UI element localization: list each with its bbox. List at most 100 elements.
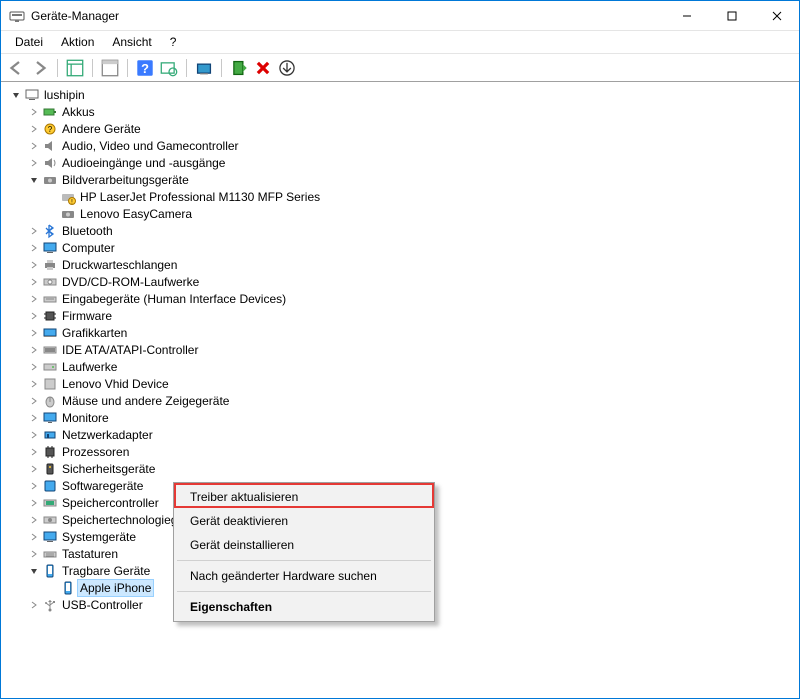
webcam-icon — [60, 206, 76, 222]
disable-device-button[interactable] — [278, 59, 296, 77]
chevron-right-icon[interactable] — [27, 496, 41, 510]
chevron-right-icon[interactable] — [27, 394, 41, 408]
context-uninstall-device[interactable]: Gerät deinstallieren — [176, 533, 432, 557]
tree-category-monitors[interactable]: Monitore — [7, 409, 793, 426]
svg-text:?: ? — [48, 125, 53, 134]
chevron-down-icon[interactable] — [9, 88, 23, 102]
chevron-right-icon[interactable] — [27, 360, 41, 374]
chevron-down-icon[interactable] — [27, 173, 41, 187]
chevron-right-icon[interactable] — [27, 428, 41, 442]
tree-category-audio-io[interactable]: Audioeingänge und -ausgänge — [7, 154, 793, 171]
scan-hardware-button[interactable] — [160, 59, 178, 77]
tree-label: Firmware — [62, 308, 112, 324]
enable-device-button[interactable] — [230, 59, 248, 77]
chevron-right-icon[interactable] — [27, 377, 41, 391]
tree-category-dvd[interactable]: DVD/CD-ROM-Laufwerke — [7, 273, 793, 290]
context-disable-device[interactable]: Gerät deaktivieren — [176, 509, 432, 533]
chevron-right-icon[interactable] — [27, 122, 41, 136]
maximize-button[interactable] — [709, 1, 754, 30]
chevron-right-icon[interactable] — [27, 411, 41, 425]
chevron-right-icon[interactable] — [27, 598, 41, 612]
tree-item-lenovo-cam[interactable]: Lenovo EasyCamera — [7, 205, 793, 222]
tree-category-audio-video[interactable]: Audio, Video und Gamecontroller — [7, 137, 793, 154]
tree-category-gpu[interactable]: Grafikkarten — [7, 324, 793, 341]
tree-item-hp-printer[interactable]: ! HP LaserJet Professional M1130 MFP Ser… — [7, 188, 793, 205]
tree-label: Computer — [62, 240, 115, 256]
chevron-right-icon[interactable] — [27, 292, 41, 306]
context-update-driver[interactable]: Treiber aktualisieren — [176, 485, 432, 509]
chevron-down-icon[interactable] — [27, 564, 41, 578]
tree-category-computer[interactable]: Computer — [7, 239, 793, 256]
update-driver-button[interactable] — [195, 59, 213, 77]
menu-help[interactable]: ? — [162, 33, 185, 51]
tree-label: Bildverarbeitungsgeräte — [62, 172, 189, 188]
close-button[interactable] — [754, 1, 799, 30]
uninstall-device-button[interactable] — [254, 59, 272, 77]
chevron-right-icon[interactable] — [27, 462, 41, 476]
menu-view[interactable]: Ansicht — [104, 33, 159, 51]
tree-label: Tastaturen — [62, 546, 118, 562]
tree-category-ide[interactable]: IDE ATA/ATAPI-Controller — [7, 341, 793, 358]
properties-button[interactable] — [101, 59, 119, 77]
menu-action[interactable]: Aktion — [53, 33, 102, 51]
tree-label: Druckwarteschlangen — [62, 257, 177, 273]
menu-file[interactable]: Datei — [7, 33, 51, 51]
tree-label: USB-Controller — [62, 597, 143, 613]
minimize-button[interactable] — [664, 1, 709, 30]
tree-label: Audioeingänge und -ausgänge — [62, 155, 225, 171]
back-button[interactable] — [7, 59, 25, 77]
tree-category-bluetooth[interactable]: Bluetooth — [7, 222, 793, 239]
bluetooth-icon — [42, 223, 58, 239]
usb-icon — [42, 597, 58, 613]
processor-icon — [42, 444, 58, 460]
tree-category-drives[interactable]: Laufwerke — [7, 358, 793, 375]
chevron-blank — [45, 581, 59, 595]
tree-label: Andere Geräte — [62, 121, 141, 137]
chevron-right-icon[interactable] — [27, 156, 41, 170]
tree-label: Laufwerke — [62, 359, 117, 375]
chevron-right-icon[interactable] — [27, 445, 41, 459]
display-adapter-icon — [42, 325, 58, 341]
chevron-right-icon[interactable] — [27, 258, 41, 272]
tree-category-firmware[interactable]: Firmware — [7, 307, 793, 324]
chevron-right-icon[interactable] — [27, 224, 41, 238]
tree-label: lushipin — [44, 87, 85, 103]
ide-controller-icon — [42, 342, 58, 358]
tree-category-lenovo-vhid[interactable]: Lenovo Vhid Device — [7, 375, 793, 392]
chevron-right-icon[interactable] — [27, 479, 41, 493]
tree-category-security[interactable]: Sicherheitsgeräte — [7, 460, 793, 477]
tree-category-network[interactable]: Netzwerkadapter — [7, 426, 793, 443]
chevron-right-icon[interactable] — [27, 105, 41, 119]
tree-category-cpu[interactable]: Prozessoren — [7, 443, 793, 460]
tree-label: IDE ATA/ATAPI-Controller — [62, 342, 198, 358]
tree-category-other[interactable]: ? Andere Geräte — [7, 120, 793, 137]
context-properties[interactable]: Eigenschaften — [176, 595, 432, 619]
tree-label: Prozessoren — [62, 444, 129, 460]
tree-label: Bluetooth — [62, 223, 113, 239]
chevron-right-icon[interactable] — [27, 275, 41, 289]
tree-category-print-queues[interactable]: Druckwarteschlangen — [7, 256, 793, 273]
chevron-right-icon[interactable] — [27, 343, 41, 357]
chevron-right-icon[interactable] — [27, 139, 41, 153]
chevron-right-icon[interactable] — [27, 547, 41, 561]
tree-category-hid[interactable]: Eingabegeräte (Human Interface Devices) — [7, 290, 793, 307]
chip-icon — [42, 308, 58, 324]
tree-category-akkus[interactable]: Akkus — [7, 103, 793, 120]
chevron-right-icon[interactable] — [27, 241, 41, 255]
show-hide-tree-button[interactable] — [66, 59, 84, 77]
chevron-right-icon[interactable] — [27, 530, 41, 544]
chevron-right-icon[interactable] — [27, 513, 41, 527]
tree-category-mice[interactable]: Mäuse und andere Zeigegeräte — [7, 392, 793, 409]
tree-root[interactable]: lushipin — [7, 86, 793, 103]
tree-label: Monitore — [62, 410, 109, 426]
tree-category-imaging[interactable]: Bildverarbeitungsgeräte — [7, 171, 793, 188]
tree-label: Lenovo Vhid Device — [62, 376, 169, 392]
chevron-right-icon[interactable] — [27, 326, 41, 340]
chevron-right-icon[interactable] — [27, 309, 41, 323]
window-title: Geräte-Manager — [31, 9, 119, 23]
context-scan-hardware[interactable]: Nach geänderter Hardware suchen — [176, 564, 432, 588]
forward-button[interactable] — [31, 59, 49, 77]
context-separator — [177, 591, 431, 592]
svg-text:?: ? — [141, 61, 149, 76]
help-button[interactable]: ? — [136, 59, 154, 77]
